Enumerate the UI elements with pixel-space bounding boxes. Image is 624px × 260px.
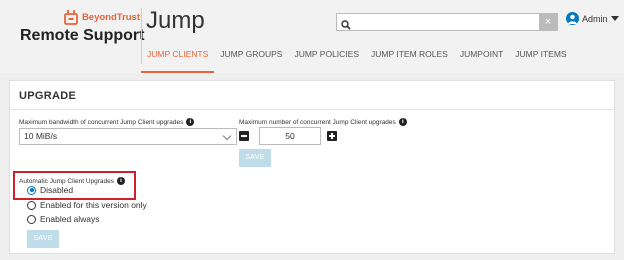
tab-jump-item-roles[interactable]: JUMP ITEM ROLES: [365, 44, 454, 73]
user-name: Admin: [582, 13, 608, 24]
bandwidth-label: Maximum bandwidth of concurrent Jump Cli…: [19, 118, 195, 126]
increment-button[interactable]: [327, 131, 337, 141]
concurrent-label: Maximum number of concurrent Jump Client…: [239, 118, 407, 126]
brand-product: Remote Support: [20, 27, 145, 44]
page-title: Jump: [146, 7, 205, 34]
bandwidth-label-text: Maximum bandwidth of concurrent Jump Cli…: [19, 118, 184, 126]
radio-label: Disabled: [40, 185, 74, 195]
decrement-button[interactable]: [239, 131, 249, 141]
save-button[interactable]: SAVE: [239, 149, 271, 167]
save-auto-upgrades-button[interactable]: SAVE: [27, 230, 59, 248]
search-icon[interactable]: [341, 17, 351, 30]
user-menu[interactable]: Admin: [566, 12, 619, 25]
brand-logo[interactable]: BeyondTrust Remote Support: [20, 8, 145, 45]
tab-jump-policies[interactable]: JUMP POLICIES: [288, 44, 365, 73]
bandwidth-select[interactable]: 10 MiB/s: [19, 128, 237, 145]
info-icon[interactable]: i: [186, 118, 195, 126]
info-icon[interactable]: i: [398, 118, 407, 126]
tab-jumpoint[interactable]: JUMPOINT: [454, 44, 509, 73]
chevron-down-icon: [610, 16, 619, 21]
tab-jump-items[interactable]: JUMP ITEMS: [509, 44, 572, 73]
radio-button[interactable]: [27, 214, 36, 224]
bandwidth-selected-value: 10 MiB/s: [24, 131, 58, 141]
search-clear-button[interactable]: ×: [539, 14, 557, 30]
radio-button[interactable]: [27, 200, 36, 210]
section-title: UPGRADE: [19, 90, 77, 102]
chevron-down-icon: [222, 131, 232, 141]
tab-jump-clients[interactable]: JUMP CLIENTS: [141, 44, 215, 73]
search-input[interactable]: [355, 14, 535, 30]
radio-disabled[interactable]: Disabled: [27, 185, 73, 195]
user-avatar-icon: [566, 12, 579, 25]
concurrent-label-text: Maximum number of concurrent Jump Client…: [239, 118, 396, 126]
radio-button[interactable]: [27, 185, 36, 195]
radio-enabled-always[interactable]: Enabled always: [27, 214, 100, 224]
search-box: ×: [336, 13, 558, 31]
radio-label: Enabled always: [40, 214, 100, 224]
app-header: BeyondTrust Remote Support Jump JUMP CLI…: [0, 0, 624, 73]
tab-jump-groups[interactable]: JUMP GROUPS: [214, 44, 288, 73]
beyondtrust-logo-icon: [64, 9, 78, 25]
concurrent-upgrades-input[interactable]: [259, 127, 321, 145]
nav-tabs: JUMP CLIENTS JUMP GROUPS JUMP POLICIES J…: [141, 44, 573, 73]
section-divider: [10, 109, 614, 110]
brand-company: BeyondTrust: [81, 11, 140, 23]
radio-label: Enabled for this version only: [40, 200, 147, 210]
radio-enabled-this-version[interactable]: Enabled for this version only: [27, 200, 147, 210]
upgrade-panel: UPGRADE Maximum bandwidth of concurrent …: [9, 80, 615, 254]
